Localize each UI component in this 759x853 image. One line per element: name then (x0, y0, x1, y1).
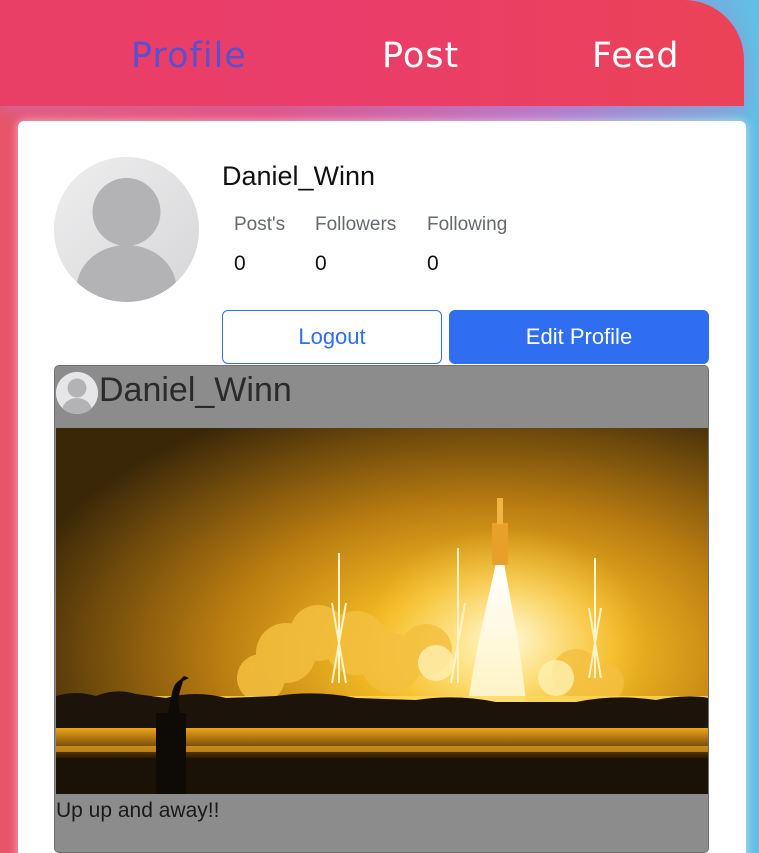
post-author-avatar[interactable] (56, 372, 98, 414)
following-count-value[interactable]: 0 (427, 252, 439, 276)
post-header: Daniel_Winn (55, 366, 708, 428)
followers-count-value[interactable]: 0 (315, 252, 327, 276)
posts-count-label: Post's (234, 214, 286, 235)
top-navigation: Profile Post Feed (0, 0, 744, 106)
default-avatar-icon (54, 157, 199, 302)
edit-profile-button[interactable]: Edit Profile (449, 310, 709, 364)
post-caption: Up up and away!! (56, 799, 220, 822)
profile-username: Daniel_Winn (222, 161, 376, 191)
followers-count-label[interactable]: Followers (315, 214, 396, 236)
following-count-label[interactable]: Following (427, 214, 507, 236)
nav-profile-link[interactable]: Profile (131, 36, 247, 76)
post-card[interactable]: Daniel_Winn Up up and away!! (54, 365, 709, 853)
post-author-username[interactable]: Daniel_Winn (99, 371, 292, 410)
nav-post-link[interactable]: Post (382, 36, 459, 76)
nav-feed-link[interactable]: Feed (592, 36, 680, 76)
posts-count-value: 0 (234, 252, 246, 275)
default-avatar-icon (56, 372, 98, 414)
profile-avatar[interactable] (54, 157, 199, 302)
logout-button[interactable]: Logout (222, 310, 442, 364)
profile-card: Daniel_Winn Post's Followers Following 0… (18, 121, 746, 853)
post-image[interactable] (56, 428, 709, 794)
